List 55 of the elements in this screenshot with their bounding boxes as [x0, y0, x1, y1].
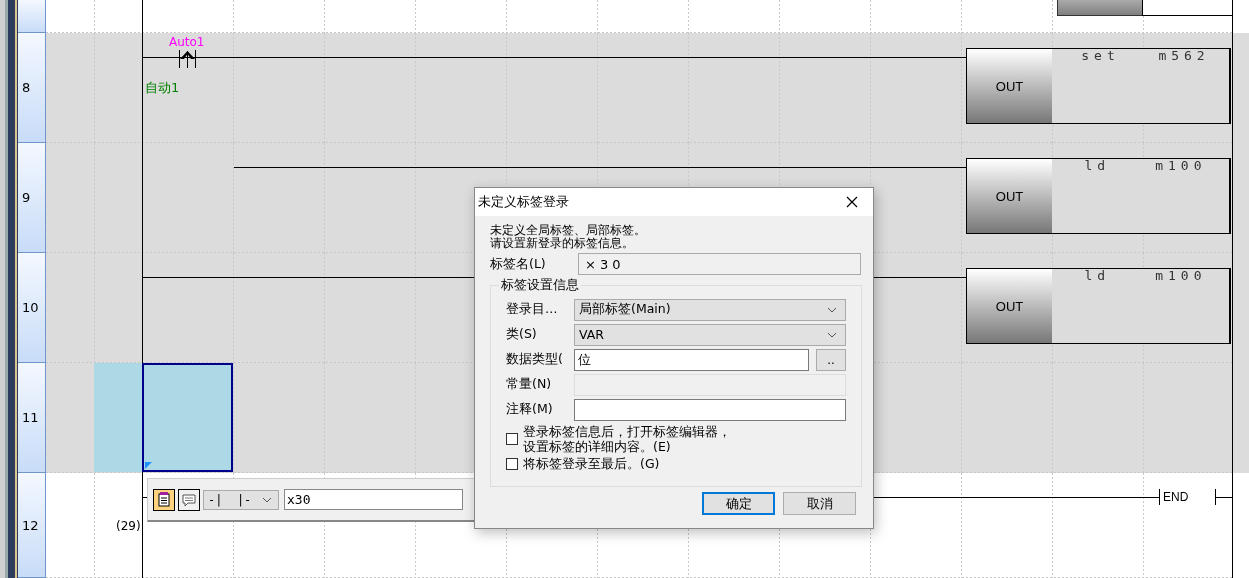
field-label: 注释(M) [506, 401, 554, 418]
message-text: 未定义全局标签、局部标签。 [490, 224, 647, 237]
rising-edge-contact-icon [178, 48, 197, 68]
operand: m562 [1158, 49, 1210, 63]
chevron-down-icon [262, 496, 272, 503]
field-label: 登录目… [506, 301, 559, 318]
step-number: (29) [116, 519, 141, 533]
dropdown[interactable]: 局部标签(Main) [574, 298, 846, 321]
row-number: 11 [18, 363, 46, 473]
operand: ld [1084, 269, 1111, 283]
checkbox-label: 设置标签的详细内容。(E) [523, 439, 672, 454]
message-text: 请设置新登录的标签信息。 [490, 237, 635, 250]
cursor-cell[interactable] [142, 363, 233, 472]
chevron-down-icon [827, 331, 837, 338]
field-label: 标签名(L) [490, 255, 547, 273]
field-label: 常量(N) [506, 376, 553, 393]
field-label: 数据类型( [506, 351, 564, 368]
corner-marker-icon [145, 462, 152, 469]
operand: set [1081, 49, 1120, 63]
cancel-button[interactable]: 取消 [783, 492, 856, 515]
checkbox[interactable] [506, 433, 518, 445]
row-number: 8 [18, 33, 46, 143]
device-comment: 自动1 [145, 79, 180, 97]
instruction-block: OUT [967, 269, 1052, 343]
ok-button[interactable]: 确定 [702, 492, 775, 515]
contact-label: Auto1 [169, 35, 205, 49]
group-title: 标签设置信息 [499, 277, 581, 294]
end-instruction: END [1159, 489, 1216, 505]
dialog-title: 未定义标签登录 [478, 193, 569, 211]
selected-cell[interactable] [94, 363, 142, 472]
comment-field[interactable] [574, 398, 846, 421]
checkbox-label: 将标签登录至最后。(G) [523, 456, 660, 471]
field-label: 类(S) [506, 326, 538, 343]
dropdown[interactable]: VAR [574, 323, 846, 346]
operand: m100 [1155, 159, 1207, 173]
comment-icon[interactable] [178, 488, 200, 511]
instruction-block: OUT [967, 49, 1052, 123]
operand: m100 [1155, 269, 1207, 283]
symbol-dropdown[interactable]: -| |- [203, 489, 279, 510]
row-number: 9 [18, 143, 46, 253]
row-number: 10 [18, 253, 46, 363]
note-icon[interactable] [153, 488, 175, 511]
checkbox[interactable] [506, 457, 518, 470]
row-number: 12 [18, 473, 46, 578]
operand: ld [1084, 159, 1111, 173]
close-icon[interactable] [846, 196, 858, 208]
checkbox-label: 登录标签信息后，打开标签编辑器， [523, 424, 731, 439]
row-number [18, 0, 46, 33]
instruction-input[interactable]: x30 [284, 489, 463, 510]
browse-button[interactable]: .. [816, 348, 846, 371]
data-type-field[interactable]: 位 [574, 348, 809, 371]
wire [1216, 497, 1232, 498]
chevron-down-icon [827, 306, 837, 313]
instruction-block: OUT [967, 159, 1052, 233]
label-name-field[interactable]: ×30 [578, 253, 861, 275]
